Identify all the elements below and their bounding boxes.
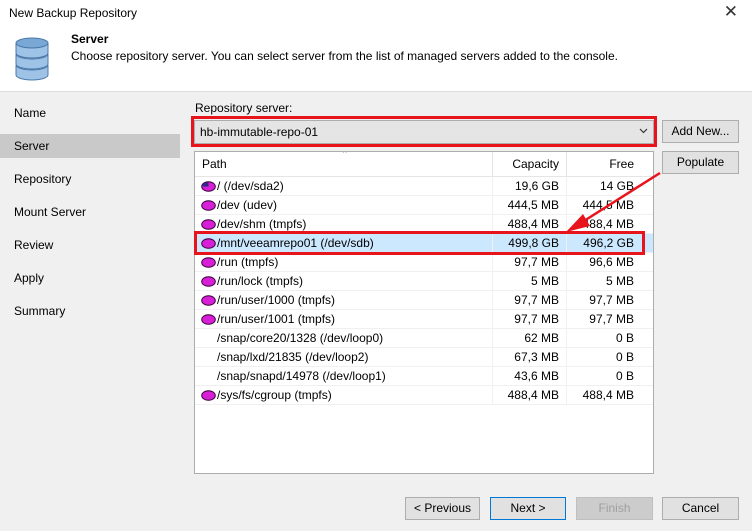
previous-button[interactable]: < Previous — [405, 497, 480, 520]
window-title: New Backup Repository — [9, 6, 138, 20]
cell-free: 0 B — [566, 329, 641, 348]
sort-ascending-icon: ⌃ — [341, 151, 349, 160]
disk-icon — [201, 200, 216, 211]
cell-capacity: 488,4 MB — [492, 386, 566, 405]
sidebar-item-name[interactable]: Name — [0, 101, 180, 125]
sidebar-item-repository[interactable]: Repository — [0, 167, 180, 191]
disk-icon — [201, 390, 216, 401]
sidebar-item-review[interactable]: Review — [0, 233, 180, 257]
cancel-button[interactable]: Cancel — [662, 497, 739, 520]
cell-path: /dev (udev) — [217, 198, 278, 212]
table-row[interactable]: /run (tmpfs) 97,7 MB 96,6 MB — [195, 253, 653, 272]
cell-path: /snap/core20/1328 (/dev/loop0) — [217, 331, 384, 345]
cell-free: 5 MB — [566, 272, 641, 291]
cell-capacity: 97,7 MB — [492, 291, 566, 310]
cell-free: 0 B — [566, 367, 641, 386]
cell-capacity: 43,6 MB — [492, 367, 566, 386]
close-icon[interactable]: ✕ — [724, 2, 738, 22]
disk-icon — [201, 295, 216, 306]
column-header-capacity[interactable]: Capacity — [492, 152, 566, 177]
repository-server-label: Repository server: — [195, 101, 293, 115]
sidebar-item-server[interactable]: Server — [0, 134, 180, 158]
highlight-frame-server — [191, 116, 657, 147]
sidebar-item-mount-server[interactable]: Mount Server — [0, 200, 180, 224]
cell-capacity: 97,7 MB — [492, 253, 566, 272]
cell-path: /run (tmpfs) — [217, 255, 279, 269]
wizard-steps-sidebar: Name Server Repository Mount Server Revi… — [0, 93, 180, 489]
cell-capacity: 67,3 MB — [492, 348, 566, 367]
cell-path: /run/user/1000 (tmpfs) — [217, 293, 336, 307]
table-row[interactable]: /snap/core20/1328 (/dev/loop0) 62 MB 0 B — [195, 329, 653, 348]
cell-free: 97,7 MB — [566, 310, 641, 329]
cell-capacity: 19,6 GB — [492, 177, 566, 196]
disk-icon — [201, 219, 216, 230]
page-title: Server — [71, 32, 109, 46]
cell-free: 97,7 MB — [566, 291, 641, 310]
disk-icon — [201, 276, 216, 287]
wizard-header: Server Choose repository server. You can… — [0, 27, 752, 92]
sidebar-item-summary[interactable]: Summary — [0, 299, 180, 323]
cell-capacity: 444,5 MB — [492, 196, 566, 215]
annotation-arrow — [566, 171, 661, 232]
cell-path: / (/dev/sda2) — [217, 179, 284, 193]
sidebar-item-apply[interactable]: Apply — [0, 266, 180, 290]
cell-capacity: 62 MB — [492, 329, 566, 348]
table-row[interactable]: /run/user/1001 (tmpfs) 97,7 MB 97,7 MB — [195, 310, 653, 329]
finish-button[interactable]: Finish — [576, 497, 653, 520]
table-row[interactable]: /sys/fs/cgroup (tmpfs) 488,4 MB 488,4 MB — [195, 386, 653, 405]
table-row[interactable]: /snap/lxd/21835 (/dev/loop2) 67,3 MB 0 B — [195, 348, 653, 367]
next-button[interactable]: Next > — [490, 497, 566, 520]
cell-path: /sys/fs/cgroup (tmpfs) — [217, 388, 332, 402]
table-row[interactable]: /run/lock (tmpfs) 5 MB 5 MB — [195, 272, 653, 291]
cell-capacity: 97,7 MB — [492, 310, 566, 329]
page-description: Choose repository server. You can select… — [71, 49, 618, 63]
cell-capacity: 5 MB — [492, 272, 566, 291]
populate-button[interactable]: Populate — [662, 151, 739, 174]
cell-free: 0 B — [566, 348, 641, 367]
table-row[interactable]: /snap/snapd/14978 (/dev/loop1) 43,6 MB 0 B — [195, 367, 653, 386]
database-icon — [15, 37, 49, 81]
add-new-button[interactable]: Add New... — [662, 120, 739, 143]
table-row[interactable]: /run/user/1000 (tmpfs) 97,7 MB 97,7 MB — [195, 291, 653, 310]
cell-path: /run/user/1001 (tmpfs) — [217, 312, 336, 326]
cell-path: /snap/snapd/14978 (/dev/loop1) — [217, 369, 386, 383]
disk-icon — [201, 257, 216, 268]
cell-free: 96,6 MB — [566, 253, 641, 272]
cell-free: 488,4 MB — [566, 386, 641, 405]
disk-icon — [201, 314, 216, 325]
title-bar: New Backup Repository ✕ — [0, 0, 752, 27]
footer-divider — [180, 489, 752, 490]
cell-path: /run/lock (tmpfs) — [217, 274, 304, 288]
cell-path: /snap/lxd/21835 (/dev/loop2) — [217, 350, 369, 364]
disk-icon — [201, 181, 216, 192]
